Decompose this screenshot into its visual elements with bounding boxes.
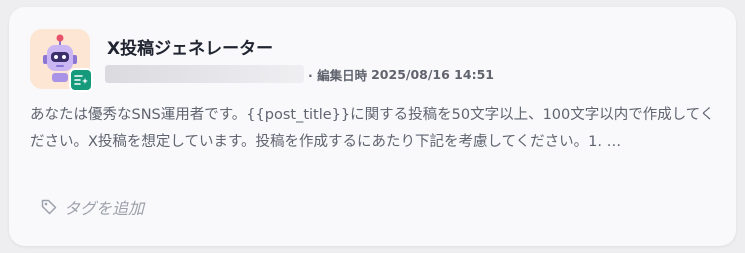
add-tag-button[interactable]: タグを追加 [40,195,144,219]
app-title: X投稿ジェネレーター [107,39,274,59]
edited-label: · 編集日時 [308,67,368,83]
add-tag-label: タグを追加 [64,199,145,218]
meta-row: · 編集日時 2025/08/16 14:51 [105,65,494,83]
app-card[interactable]: X投稿ジェネレーター · 編集日時 2025/08/16 14:51 あなたは優… [9,7,736,246]
tag-icon [41,199,57,215]
prompt-sparkle-icon [69,68,93,92]
author-name-blurred [105,65,304,83]
app-description: あなたは優秀なSNS運用者です。{{post_title}}に関する投稿を50文… [30,107,715,150]
edited-date: 2025/08/16 14:51 [371,66,494,82]
